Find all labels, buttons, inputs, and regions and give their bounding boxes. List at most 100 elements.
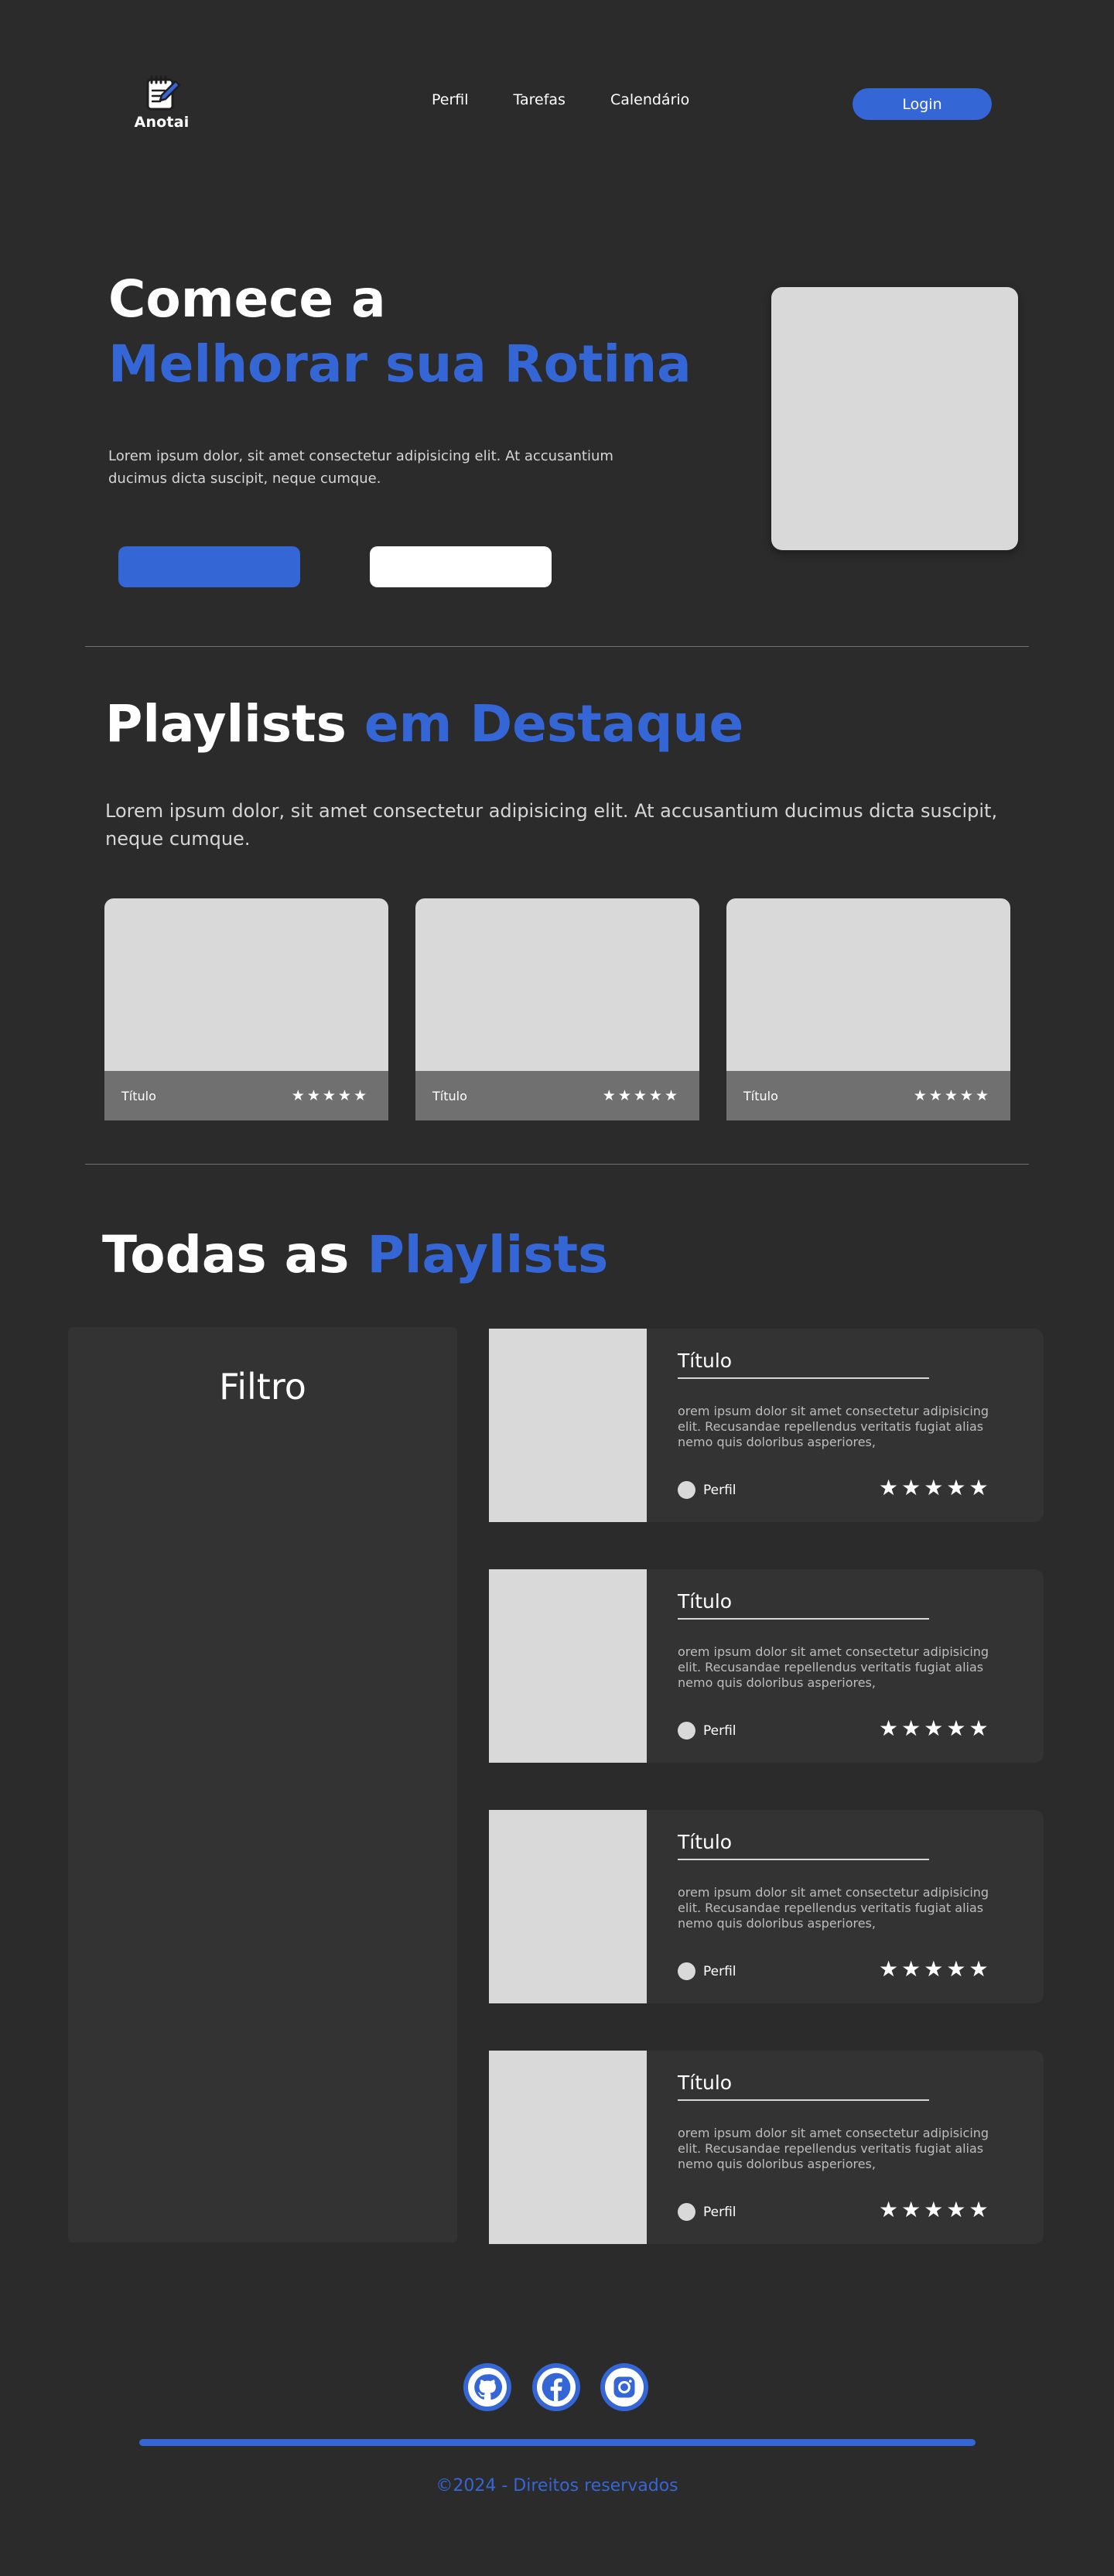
main-nav: Perfil Tarefas Calendário — [432, 91, 689, 108]
title-underline — [678, 1859, 929, 1860]
rating-stars: ★ ★ ★ ★ ★ — [603, 1086, 678, 1104]
star-icon: ★ — [306, 1086, 320, 1104]
logo-text: Anotai — [134, 114, 190, 131]
avatar[interactable] — [678, 2203, 695, 2221]
rating-stars: ★ ★ ★ ★ ★ — [291, 1086, 367, 1104]
playlist-image-placeholder — [489, 1569, 647, 1763]
filter-panel: Filtro — [68, 1327, 457, 2242]
login-button[interactable]: Login — [853, 88, 992, 120]
star-icon[interactable]: ★ — [879, 1718, 898, 1740]
all-title-blue: Playlists — [367, 1225, 609, 1285]
logo[interactable]: Anotai — [135, 74, 189, 132]
playlist-image-placeholder — [489, 2051, 647, 2244]
footer-bar — [139, 2439, 976, 2446]
hero-image-placeholder — [771, 287, 1018, 550]
star-icon: ★ — [959, 1086, 973, 1104]
playlist-card[interactable]: Título orem ipsum dolor sit amet consect… — [489, 1569, 1044, 1763]
playlist-image-placeholder — [489, 1329, 647, 1522]
featured-card-title: Título — [743, 1088, 778, 1103]
featured-card-footer: Título ★ ★ ★ ★ ★ — [104, 1071, 388, 1120]
featured-title-blue: em Destaque — [364, 694, 744, 754]
notepad-pencil-icon — [146, 75, 181, 111]
star-icon[interactable]: ★ — [879, 2199, 898, 2221]
filter-title: Filtro — [219, 1366, 306, 1408]
playlist-title: Título — [678, 1350, 733, 1372]
star-icon[interactable]: ★ — [946, 2199, 965, 2221]
title-underline — [678, 2099, 929, 2101]
star-icon: ★ — [322, 1086, 336, 1104]
rating-stars[interactable]: ★ ★ ★ ★ ★ — [879, 1477, 989, 1499]
hero-primary-button[interactable] — [118, 546, 300, 587]
rating-stars[interactable]: ★ ★ ★ ★ ★ — [879, 2199, 989, 2221]
star-icon[interactable]: ★ — [901, 1477, 921, 1499]
profile-link[interactable]: Perfil — [703, 1964, 736, 1979]
playlist-card[interactable]: Título orem ipsum dolor sit amet consect… — [489, 1329, 1044, 1522]
title-underline — [678, 1618, 929, 1620]
star-icon[interactable]: ★ — [901, 1718, 921, 1740]
star-icon[interactable]: ★ — [969, 1718, 988, 1740]
nav-item-tarefas[interactable]: Tarefas — [514, 91, 566, 108]
profile-link[interactable]: Perfil — [703, 1483, 736, 1498]
github-icon — [468, 2368, 507, 2407]
github-link[interactable] — [463, 2363, 511, 2411]
star-icon[interactable]: ★ — [946, 1477, 965, 1499]
all-title-white: Todas as — [102, 1225, 350, 1285]
featured-text: Lorem ipsum dolor, sit amet consectetur … — [105, 800, 998, 850]
profile-link[interactable]: Perfil — [703, 2205, 736, 2220]
star-icon: ★ — [648, 1086, 662, 1104]
facebook-link[interactable] — [532, 2363, 580, 2411]
avatar[interactable] — [678, 1481, 695, 1499]
featured-card[interactable]: Título ★ ★ ★ ★ ★ — [104, 898, 388, 1120]
avatar[interactable] — [678, 1962, 695, 1980]
star-icon: ★ — [633, 1086, 647, 1104]
star-icon[interactable]: ★ — [946, 1959, 965, 1980]
star-icon: ★ — [291, 1086, 305, 1104]
playlist-card[interactable]: Título orem ipsum dolor sit amet consect… — [489, 1810, 1044, 2003]
star-icon[interactable]: ★ — [924, 1959, 943, 1980]
featured-title: Playlists em Destaque — [105, 693, 743, 755]
hero-title-line2: Melhorar sua Rotina — [108, 334, 692, 394]
featured-card-footer: Título ★ ★ ★ ★ ★ — [415, 1071, 699, 1120]
featured-card-title: Título — [121, 1088, 156, 1103]
featured-card-footer: Título ★ ★ ★ ★ ★ — [726, 1071, 1010, 1120]
hero-title-line1: Comece a — [108, 269, 386, 329]
star-icon[interactable]: ★ — [924, 1477, 943, 1499]
rating-stars[interactable]: ★ ★ ★ ★ ★ — [879, 1959, 989, 1980]
instagram-link[interactable] — [600, 2363, 648, 2411]
star-icon[interactable]: ★ — [946, 1718, 965, 1740]
star-icon[interactable]: ★ — [969, 1477, 988, 1499]
star-icon[interactable]: ★ — [969, 2199, 988, 2221]
all-playlists-title: Todas as Playlists — [102, 1224, 608, 1286]
nav-item-calendario[interactable]: Calendário — [610, 91, 689, 108]
featured-card[interactable]: Título ★ ★ ★ ★ ★ — [415, 898, 699, 1120]
star-icon: ★ — [928, 1086, 942, 1104]
star-icon[interactable]: ★ — [924, 2199, 943, 2221]
star-icon: ★ — [664, 1086, 678, 1104]
star-icon[interactable]: ★ — [901, 1959, 921, 1980]
section-divider — [85, 1164, 1029, 1165]
hero-text: Lorem ipsum dolor, sit amet consectetur … — [108, 448, 613, 487]
playlist-description: orem ipsum dolor sit amet consectetur ad… — [678, 1404, 989, 1449]
playlist-description: orem ipsum dolor sit amet consectetur ad… — [678, 1644, 989, 1690]
featured-card[interactable]: Título ★ ★ ★ ★ ★ — [726, 898, 1010, 1120]
profile-link[interactable]: Perfil — [703, 1723, 736, 1739]
star-icon[interactable]: ★ — [879, 1959, 898, 1980]
star-icon[interactable]: ★ — [924, 1718, 943, 1740]
section-divider — [85, 646, 1029, 647]
rating-stars[interactable]: ★ ★ ★ ★ ★ — [879, 1718, 989, 1740]
facebook-icon — [537, 2368, 576, 2407]
nav-item-perfil[interactable]: Perfil — [432, 91, 469, 108]
featured-card-title: Título — [432, 1088, 467, 1103]
playlist-title: Título — [678, 1590, 733, 1613]
playlist-card[interactable]: Título orem ipsum dolor sit amet consect… — [489, 2051, 1044, 2244]
star-icon[interactable]: ★ — [879, 1477, 898, 1499]
hero-secondary-button[interactable] — [370, 546, 552, 587]
instagram-icon — [605, 2368, 644, 2407]
star-icon[interactable]: ★ — [969, 1959, 988, 1980]
star-icon: ★ — [913, 1086, 927, 1104]
title-underline — [678, 1377, 929, 1379]
hero-title: Comece a Melhorar sua Rotina — [108, 267, 692, 397]
playlist-description: orem ipsum dolor sit amet consectetur ad… — [678, 1885, 989, 1931]
avatar[interactable] — [678, 1722, 695, 1740]
star-icon[interactable]: ★ — [901, 2199, 921, 2221]
